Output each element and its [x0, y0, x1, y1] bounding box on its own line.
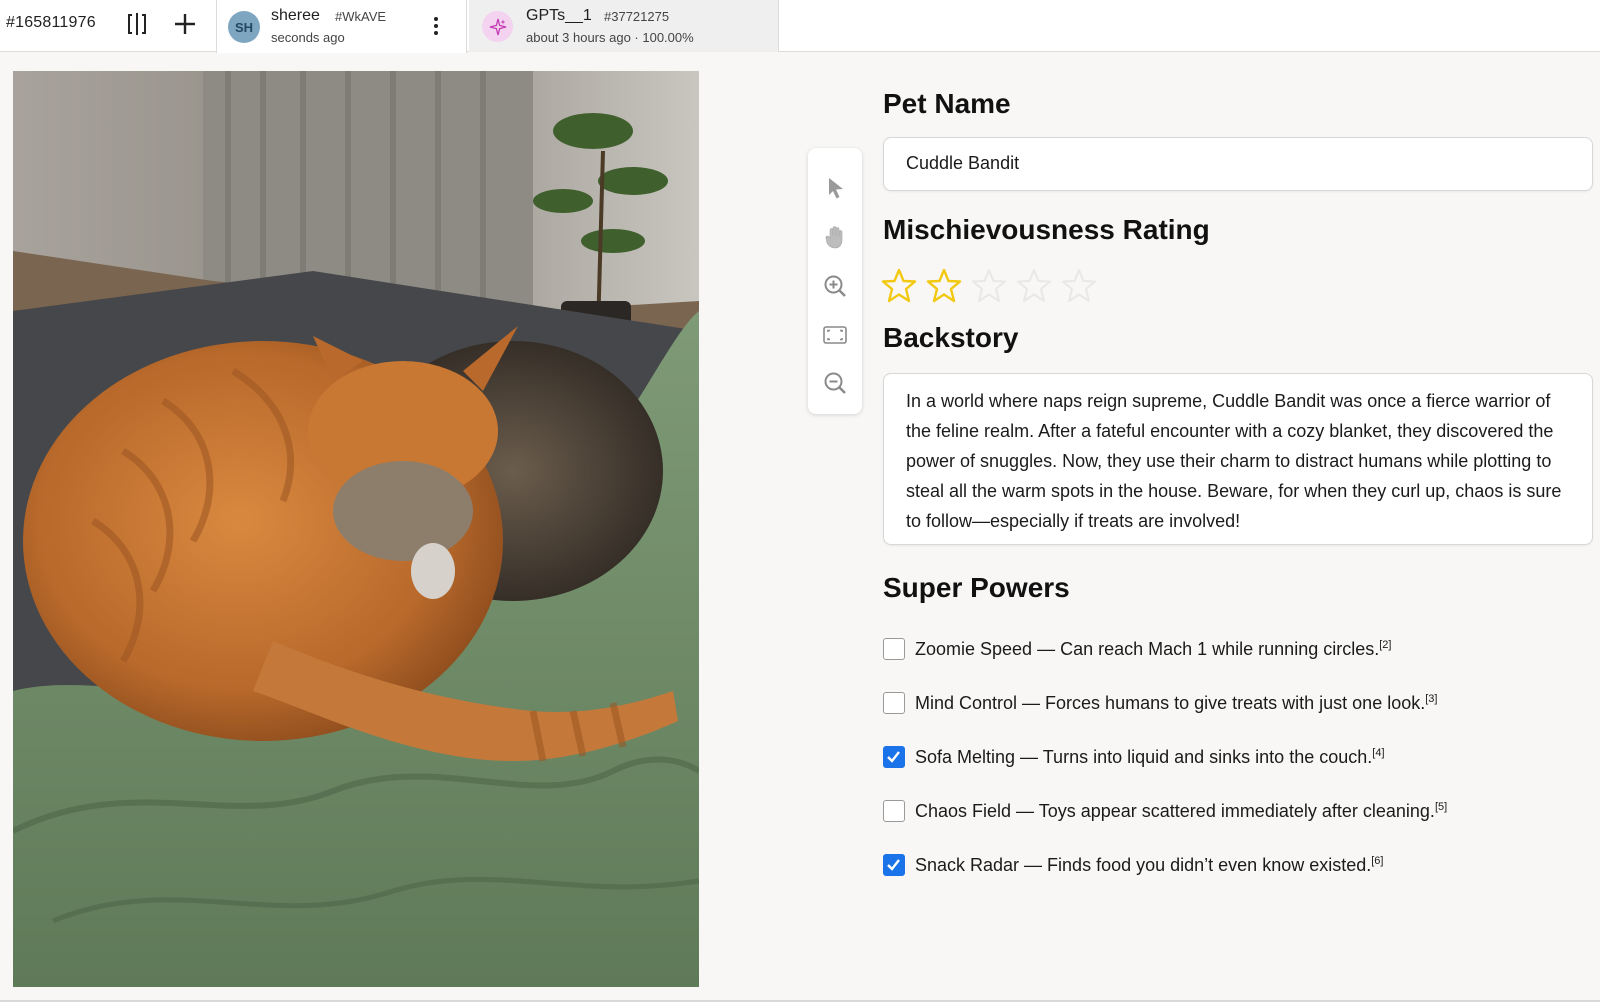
backstory-heading: Backstory — [883, 322, 1019, 353]
cat-photo-illustration — [13, 71, 699, 987]
footnote-ref: [3] — [1425, 693, 1438, 705]
task-id: #165811976 — [6, 14, 96, 31]
backstory-field[interactable]: In a world where naps reign supreme, Cud… — [883, 373, 1593, 545]
zoom-out-icon[interactable] — [821, 369, 849, 397]
footnote-ref: [4] — [1372, 747, 1385, 759]
super-powers-heading: Super Powers — [883, 572, 1070, 603]
checkbox-checked[interactable] — [883, 854, 905, 876]
checkbox[interactable] — [883, 800, 905, 822]
tab-user-name: sheree — [271, 7, 320, 24]
power-label: Snack Radar — Finds food you didn’t even… — [915, 855, 1384, 875]
backstory-text: In a world where naps reign supreme, Cud… — [906, 391, 1562, 531]
tab-gpts[interactable]: GPTs__1 #37721275 about 3 hours ago · 10… — [469, 0, 779, 52]
star-icon-5[interactable] — [1061, 268, 1097, 304]
fit-screen-icon[interactable] — [821, 321, 849, 349]
tab-user-code: #WkAVE — [335, 9, 387, 24]
add-tab-icon[interactable] — [172, 11, 198, 37]
avatar: SH — [228, 11, 260, 43]
footnote-ref: [5] — [1434, 801, 1448, 813]
checkmark-icon — [887, 751, 900, 763]
power-label: Sofa Melting — Turns into liquid and sin… — [915, 747, 1385, 767]
power-label: Mind Control — Forces humans to give tre… — [915, 693, 1438, 713]
footnote-ref: [6] — [1371, 855, 1384, 867]
checkbox[interactable] — [883, 638, 905, 660]
mischievousness-heading: Mischievousness Rating — [883, 214, 1210, 245]
pet-photo[interactable] — [13, 71, 699, 987]
star-icon-1[interactable] — [881, 268, 917, 304]
pet-name-heading: Pet Name — [883, 88, 1011, 119]
tab-sheree[interactable]: SH sheree #WkAVE seconds ago — [216, 0, 467, 53]
pet-name-field[interactable]: Cuddle Bandit — [883, 137, 1593, 191]
power-label: Chaos Field — Toys appear scattered imme… — [915, 801, 1448, 821]
more-vertical-icon[interactable] — [425, 15, 447, 37]
split-view-icon[interactable] — [124, 11, 150, 37]
sparkle-icon — [482, 11, 513, 42]
star-icon-2[interactable] — [926, 268, 962, 304]
hand-icon[interactable] — [821, 223, 849, 251]
pointer-icon[interactable] — [821, 174, 849, 202]
star-icon-4[interactable] — [1016, 268, 1052, 304]
footnote-ref: [2] — [1379, 639, 1392, 651]
tab-model-status: about 3 hours ago · 100.00% — [526, 30, 694, 45]
power-label: Zoomie Speed — Can reach Mach 1 while ru… — [915, 639, 1392, 659]
zoom-in-icon[interactable] — [821, 272, 849, 300]
checkmark-icon — [887, 859, 900, 871]
tab-model-code: #37721275 — [604, 9, 670, 24]
tab-model-name: GPTs__1 — [526, 7, 592, 24]
top-bar: #165811976 SH sheree #WkAVE seconds ago … — [0, 0, 1600, 53]
checkbox[interactable] — [883, 692, 905, 714]
image-tool-palette — [808, 148, 862, 414]
star-icon-3[interactable] — [971, 268, 1007, 304]
checkbox-checked[interactable] — [883, 746, 905, 768]
tab-timestamp: seconds ago — [271, 30, 345, 45]
pet-name-value: Cuddle Bandit — [906, 153, 1020, 173]
